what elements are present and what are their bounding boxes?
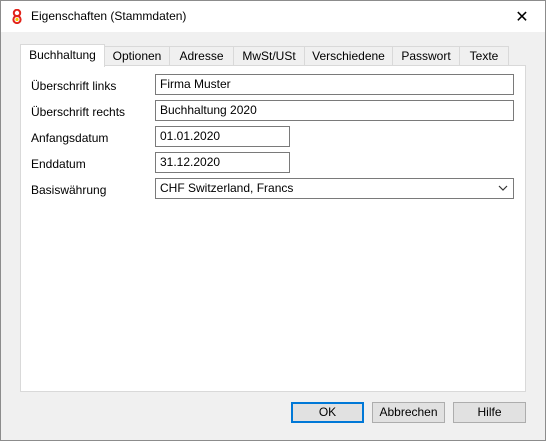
base-currency-label: Basiswährung	[31, 183, 107, 197]
tab-optionen[interactable]: Optionen	[104, 46, 170, 65]
heading-left-input[interactable]: Firma Muster	[155, 74, 514, 95]
end-date-input[interactable]: 31.12.2020	[155, 152, 290, 173]
cancel-button[interactable]: Abbrechen	[372, 402, 445, 423]
close-button[interactable]: ✕	[499, 1, 545, 32]
tab-buchhaltung[interactable]: Buchhaltung	[20, 44, 105, 67]
base-currency-select[interactable]: CHF Switzerland, Francs	[155, 178, 514, 199]
end-date-label: Enddatum	[31, 157, 86, 171]
banana-logo-icon	[12, 9, 22, 24]
chevron-down-icon	[498, 185, 508, 191]
heading-right-input[interactable]: Buchhaltung 2020	[155, 100, 514, 121]
help-button[interactable]: Hilfe	[453, 402, 526, 423]
tab-texte[interactable]: Texte	[459, 46, 509, 65]
start-date-input[interactable]: 01.01.2020	[155, 126, 290, 147]
ok-button[interactable]: OK	[291, 402, 364, 423]
close-icon: ✕	[515, 8, 529, 26]
tab-bar: Buchhaltung Optionen Adresse MwSt/USt Ve…	[20, 44, 540, 67]
start-date-label: Anfangsdatum	[31, 131, 109, 145]
tab-adresse[interactable]: Adresse	[169, 46, 234, 65]
title-bar: Eigenschaften (Stammdaten) ✕	[1, 1, 545, 32]
window-title: Eigenschaften (Stammdaten)	[31, 9, 187, 23]
base-currency-value: CHF Switzerland, Francs	[160, 181, 294, 195]
tab-passwort[interactable]: Passwort	[392, 46, 460, 65]
tab-mwst-ust[interactable]: MwSt/USt	[233, 46, 305, 65]
tab-verschiedene[interactable]: Verschiedene	[304, 46, 393, 65]
properties-dialog: Eigenschaften (Stammdaten) ✕ Buchhaltung…	[0, 0, 546, 441]
heading-left-label: Überschrift links	[31, 79, 117, 93]
heading-right-label: Überschrift rechts	[31, 105, 126, 119]
